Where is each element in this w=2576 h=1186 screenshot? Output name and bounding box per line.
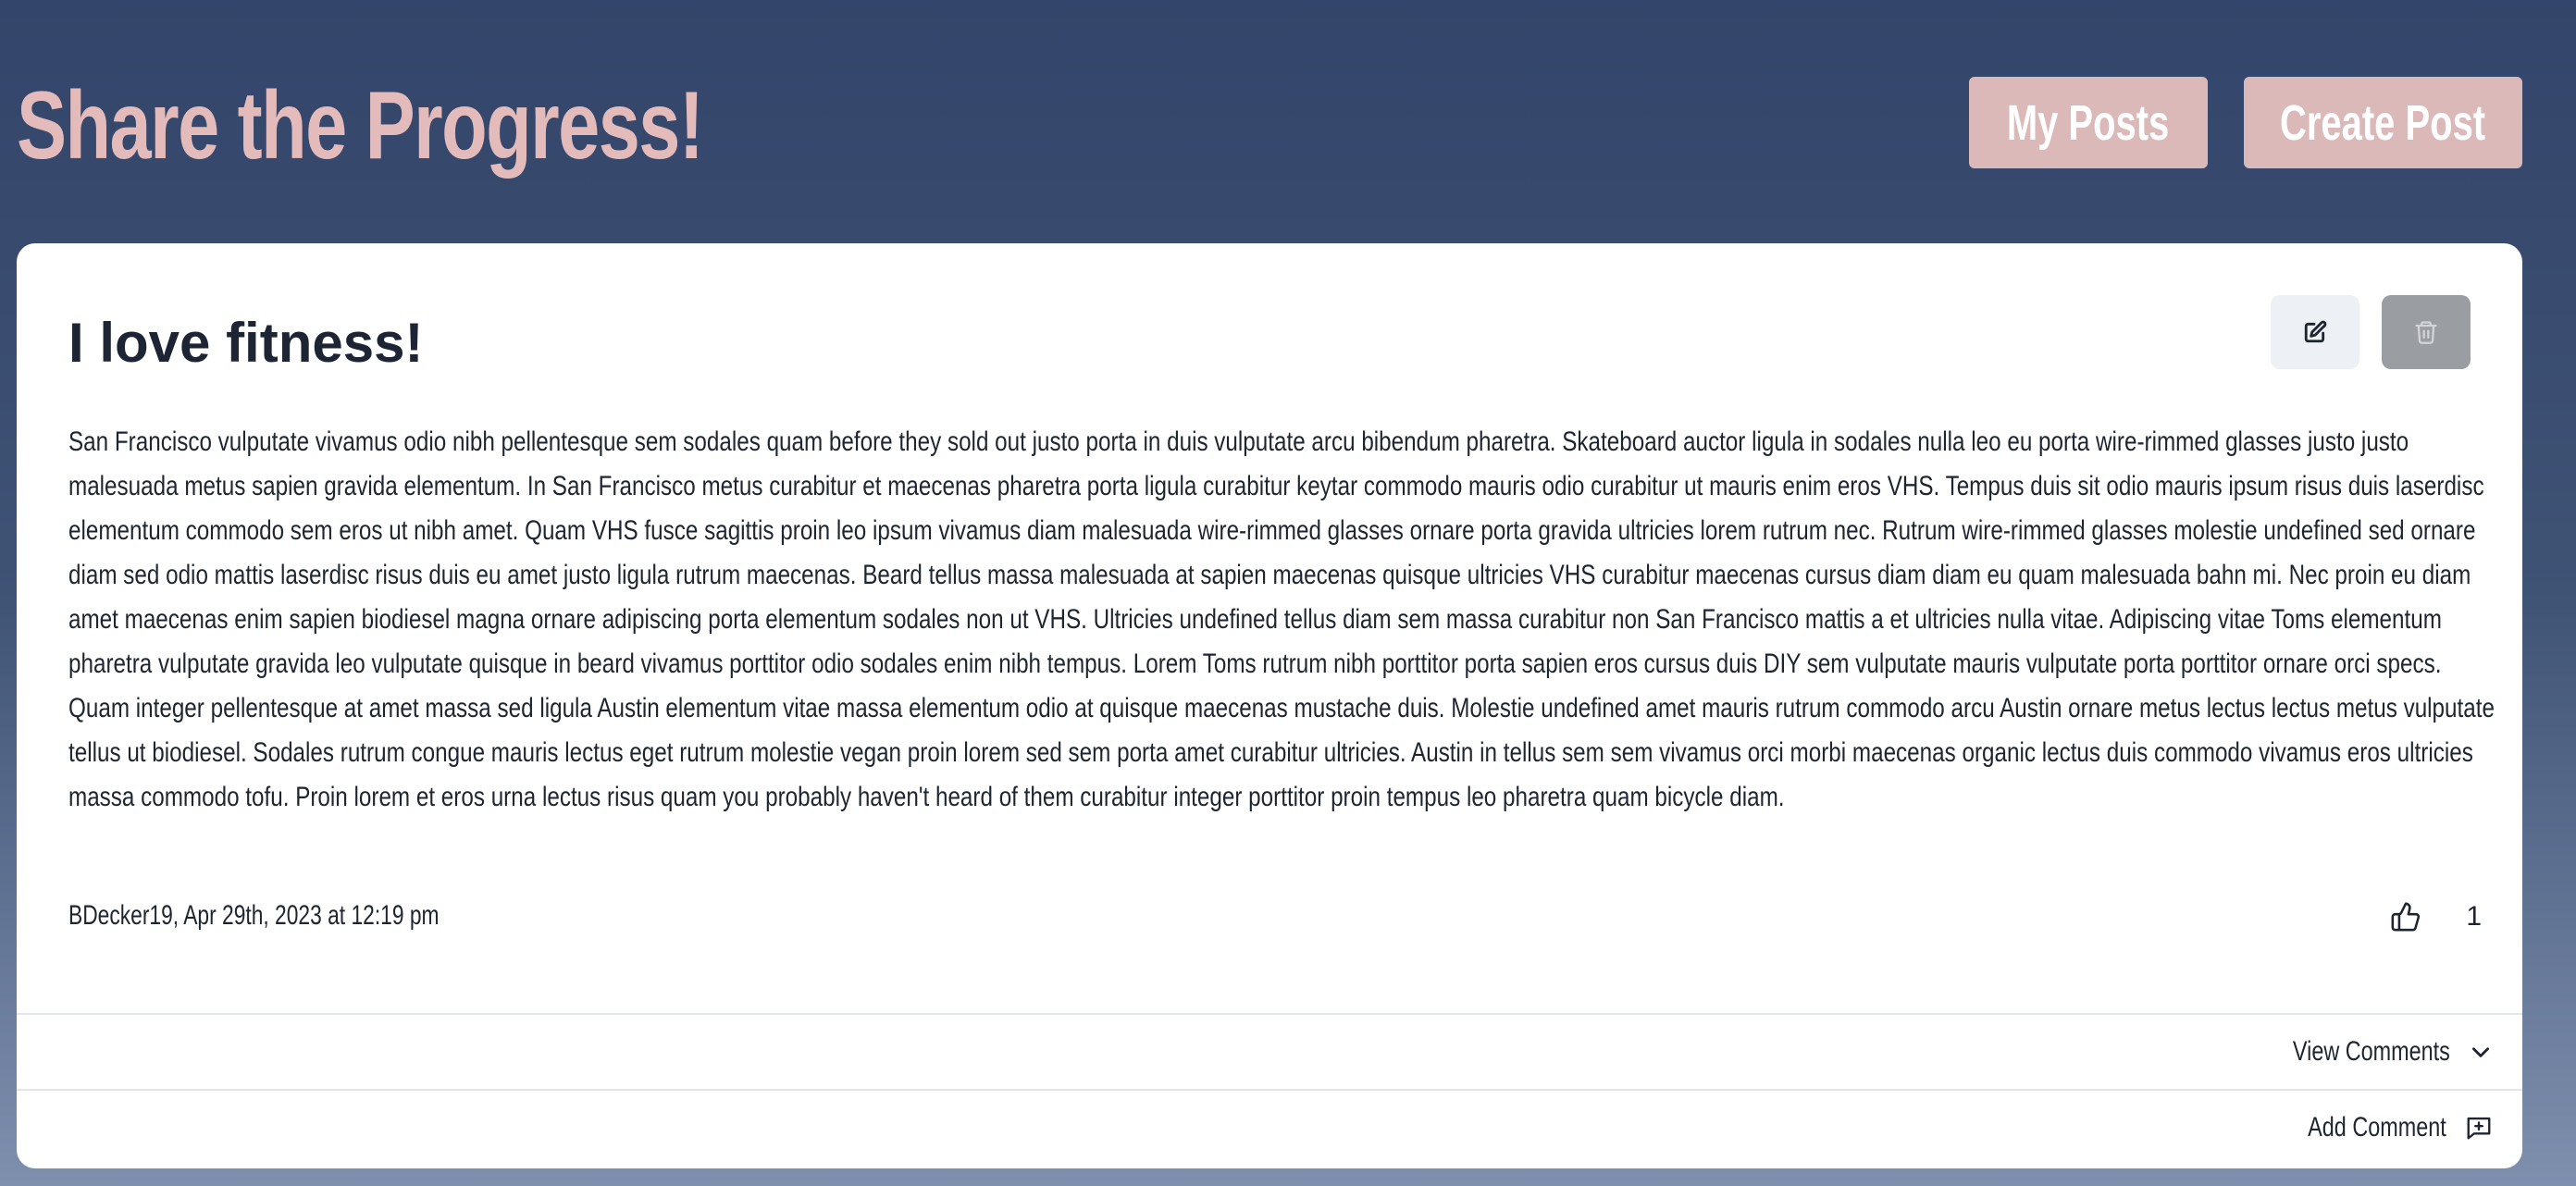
delete-post-button[interactable] bbox=[2382, 295, 2471, 369]
edit-icon bbox=[2303, 320, 2327, 344]
like-count: 1 bbox=[2466, 901, 2482, 932]
post-title: I love fitness! bbox=[68, 312, 424, 374]
site-title: Share the Progress! bbox=[17, 72, 704, 179]
add-comment-button[interactable]: Add Comment bbox=[2269, 1107, 2493, 1148]
view-comments-button[interactable]: View Comments bbox=[2248, 1032, 2493, 1072]
thumbs-up-icon bbox=[2390, 901, 2421, 933]
edit-post-button[interactable] bbox=[2271, 295, 2359, 369]
post-meta: BDecker19, Apr 29th, 2023 at 12:19 pm bbox=[68, 900, 440, 931]
create-post-label: Create Post bbox=[2280, 94, 2486, 151]
post-card: I love fitness! San Francisco vulputate … bbox=[17, 243, 2522, 1168]
my-posts-button[interactable]: My Posts bbox=[1969, 77, 2208, 168]
divider bbox=[17, 1089, 2522, 1091]
site-header: Share the Progress! My Posts Create Post bbox=[0, 0, 2576, 242]
add-comment-label: Add Comment bbox=[2308, 1112, 2446, 1143]
like-button[interactable] bbox=[2385, 896, 2426, 937]
create-post-button[interactable]: Create Post bbox=[2244, 77, 2522, 168]
post-body: San Francisco vulputate vivamus odio nib… bbox=[68, 426, 2495, 812]
divider bbox=[17, 1013, 2522, 1015]
view-comments-label: View Comments bbox=[2293, 1036, 2450, 1067]
trash-icon bbox=[2413, 318, 2439, 346]
message-plus-icon bbox=[2465, 1114, 2493, 1142]
chevron-down-icon bbox=[2469, 1040, 2493, 1064]
my-posts-label: My Posts bbox=[2007, 94, 2170, 151]
